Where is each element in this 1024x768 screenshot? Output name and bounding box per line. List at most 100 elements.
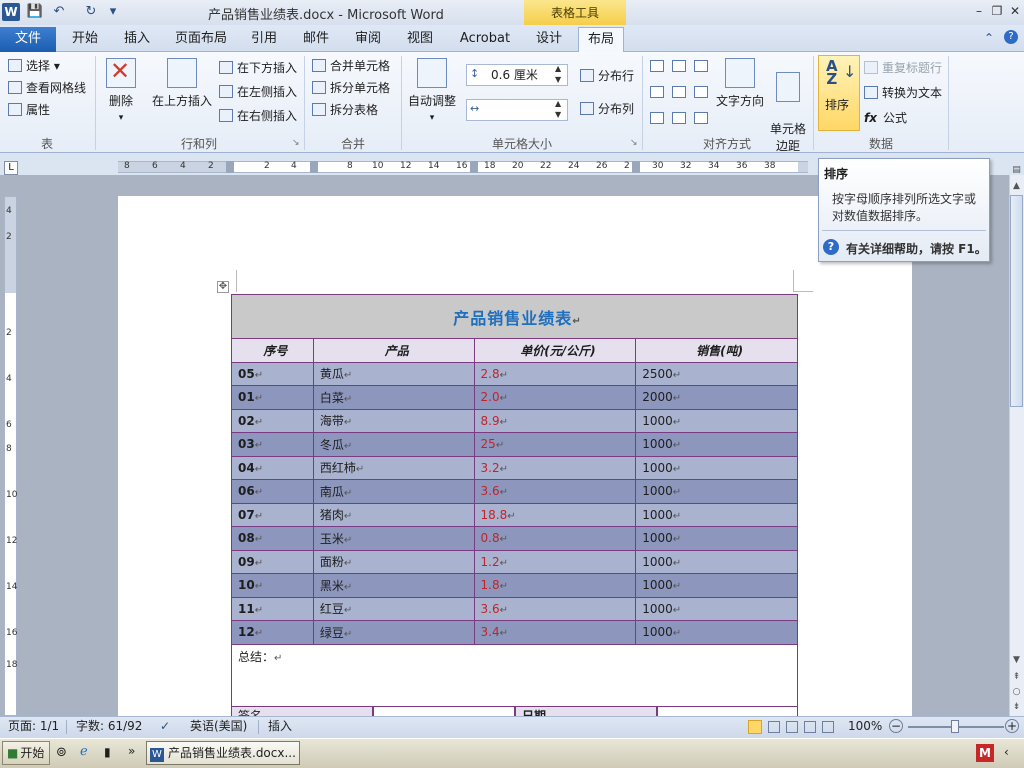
id-cell[interactable]: 05↵ (231, 361, 314, 386)
formula-button[interactable]: fx 公式 (864, 108, 907, 128)
id-cell[interactable]: 04↵ (231, 455, 314, 480)
insert-right-button[interactable]: 在右侧插入 (219, 106, 297, 126)
id-cell[interactable]: 08↵ (231, 526, 314, 551)
split-table-button[interactable]: 拆分表格 (312, 100, 378, 120)
previous-page-icon[interactable]: ⇞ (1010, 671, 1023, 684)
properties-button[interactable]: 属性 (8, 100, 50, 120)
sort-button[interactable]: AZ ↓ 排序 (818, 55, 860, 131)
align-bottom-center-icon[interactable] (672, 112, 686, 124)
repeat-header-rows-button[interactable]: 重复标题行 (864, 58, 942, 78)
ruler-toggle-icon[interactable]: ▤ (1010, 164, 1023, 177)
insert-below-button[interactable]: 在下方插入 (219, 58, 297, 78)
column-width-spinner[interactable]: ▲ ▼ (555, 98, 561, 120)
word-app-icon[interactable]: W (2, 3, 20, 21)
header-cell-id[interactable]: 序号 (231, 338, 314, 363)
split-cells-button[interactable]: 拆分单元格 (312, 78, 390, 98)
align-bottom-right-icon[interactable] (694, 112, 708, 124)
tab-file[interactable]: 文件 (0, 27, 56, 52)
tab-home[interactable]: 开始 (62, 27, 108, 52)
zoom-level[interactable]: 100% (848, 716, 882, 738)
sales-cell[interactable]: 1000↵ (635, 549, 798, 574)
product-cell[interactable]: 绿豆↵ (312, 620, 475, 645)
page-count[interactable]: 页面: 1/1 (8, 716, 59, 738)
distribute-columns-button[interactable]: 分布列 (580, 99, 634, 119)
id-cell[interactable]: 01↵ (231, 385, 314, 410)
ruler-column-marker[interactable] (310, 161, 318, 173)
product-cell[interactable]: 面粉↵ (312, 549, 475, 574)
delete-button[interactable]: ✕ 删除 ▾ (101, 57, 141, 123)
insert-above-button[interactable]: 在上方插入 (150, 58, 214, 109)
row-height-input[interactable]: 0.6 厘米 (466, 64, 568, 86)
word-count[interactable]: 字数: 61/92 (76, 716, 142, 738)
header-cell-product[interactable]: 产品 (312, 338, 475, 363)
price-cell[interactable]: 3.4↵ (473, 620, 637, 645)
price-cell[interactable]: 1.2↵ (473, 549, 637, 574)
product-cell[interactable]: 玉米↵ (312, 526, 475, 551)
outline-view-icon[interactable] (804, 721, 816, 733)
summary-cell[interactable]: 总结：↵ (231, 643, 798, 707)
insert-left-button[interactable]: 在左侧插入 (219, 82, 297, 102)
align-top-right-icon[interactable] (694, 60, 708, 72)
tab-stop-selector[interactable]: L (4, 161, 18, 175)
product-cell[interactable]: 西红柿↵ (312, 455, 475, 480)
product-cell[interactable]: 冬瓜↵ (312, 432, 475, 457)
product-cell[interactable]: 红豆↵ (312, 596, 475, 621)
price-cell[interactable]: 3.2↵ (473, 455, 637, 480)
column-width-input[interactable] (466, 99, 568, 121)
price-cell[interactable]: 3.6↵ (473, 596, 637, 621)
tab-page-layout[interactable]: 页面布局 (168, 27, 234, 52)
zoom-slider-knob[interactable] (951, 720, 959, 733)
web-layout-icon[interactable] (786, 721, 798, 733)
tab-references[interactable]: 引用 (242, 27, 286, 52)
sales-cell[interactable]: 1000↵ (635, 596, 798, 621)
help-icon[interactable]: ? (1004, 30, 1018, 44)
header-cell-sales[interactable]: 销售(吨) (635, 338, 798, 363)
price-cell[interactable]: 25↵ (473, 432, 637, 457)
sales-cell[interactable]: 2500↵ (635, 361, 798, 386)
scrollbar-thumb[interactable] (1010, 195, 1023, 407)
price-cell[interactable]: 1.8↵ (473, 573, 637, 598)
price-cell[interactable]: 8.9↵ (473, 408, 637, 433)
merge-cells-button[interactable]: 合并单元格 (312, 56, 390, 76)
taskbar-word-window[interactable]: W 产品销售业绩表.docx... (146, 741, 300, 765)
tray-app-icon[interactable]: M (976, 744, 994, 762)
price-cell[interactable]: 2.0↵ (473, 385, 637, 410)
cell-size-dialog-launcher-icon[interactable]: ↘ (630, 138, 638, 148)
align-top-center-icon[interactable] (672, 60, 686, 72)
sales-cell[interactable]: 1000↵ (635, 526, 798, 551)
header-cell-price[interactable]: 单价(元/公斤) (473, 338, 637, 363)
restore-button[interactable]: ❐ (988, 3, 1006, 19)
id-cell[interactable]: 03↵ (231, 432, 314, 457)
zoom-out-icon[interactable]: − (889, 719, 903, 733)
price-cell[interactable]: 0.8↵ (473, 526, 637, 551)
minimize-button[interactable]: – (970, 3, 988, 19)
tray-expand-icon[interactable]: ‹ (1004, 745, 1009, 759)
product-cell[interactable]: 猪肉↵ (312, 502, 475, 527)
tab-review[interactable]: 审阅 (346, 27, 390, 52)
sales-table[interactable]: 产品销售业绩表↵ 序号 产品 单价(元/公斤) 销售(吨) 05↵ 黄瓜↵ 2.8↵… (231, 294, 798, 707)
price-cell[interactable]: 2.8↵ (473, 361, 637, 386)
price-cell[interactable]: 3.6↵ (473, 479, 637, 504)
select-button[interactable]: 选择 ▾ (8, 56, 60, 76)
align-middle-right-icon[interactable] (694, 86, 708, 98)
browse-object-icon[interactable]: ○ (1010, 686, 1023, 699)
show-desktop-icon[interactable]: ⊚ (56, 745, 67, 760)
sales-cell[interactable]: 1000↵ (635, 573, 798, 598)
align-bottom-left-icon[interactable] (650, 112, 664, 124)
internet-explorer-icon[interactable]: ℯ (80, 744, 88, 759)
next-page-icon[interactable]: ⇟ (1010, 701, 1023, 714)
tab-design[interactable]: 设计 (526, 27, 572, 52)
ruler-column-marker[interactable] (226, 161, 234, 173)
id-cell[interactable]: 09↵ (231, 549, 314, 574)
quick-launch-overflow-icon[interactable]: » (128, 744, 135, 758)
convert-to-text-button[interactable]: 转换为文本 (864, 83, 942, 103)
sales-cell[interactable]: 1000↵ (635, 479, 798, 504)
sales-cell[interactable]: 1000↵ (635, 455, 798, 480)
product-cell[interactable]: 海带↵ (312, 408, 475, 433)
row-height-spinner[interactable]: ▲ ▼ (555, 63, 561, 85)
proofing-icon[interactable]: ✓ (160, 716, 170, 738)
table-title-cell[interactable]: 产品销售业绩表↵ (231, 294, 798, 339)
align-middle-left-icon[interactable] (650, 86, 664, 98)
tab-acrobat[interactable]: Acrobat (452, 27, 518, 52)
undo-icon[interactable]: ↶ (50, 3, 68, 21)
